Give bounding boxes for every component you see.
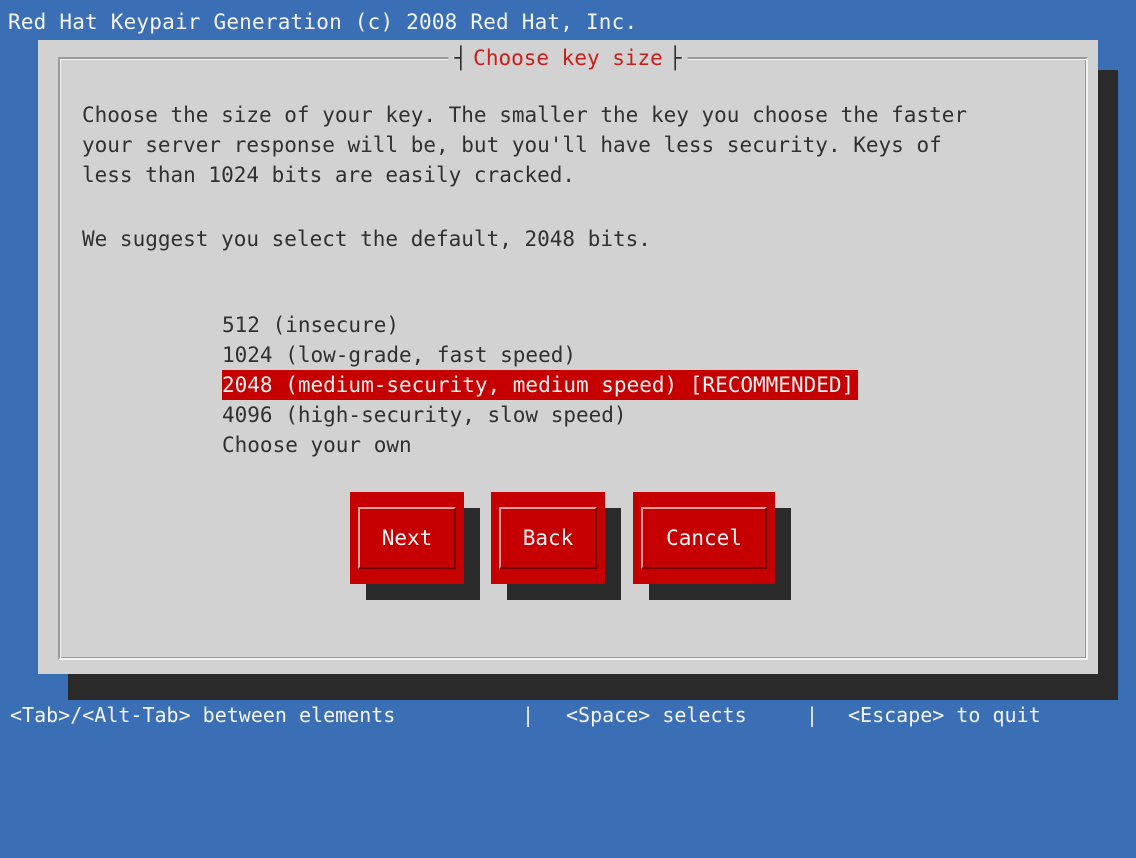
key-size-dialog: ┤ Choose key size ├ Choose the size of you… <box>38 40 1098 674</box>
dialog-title-bar: ┤ Choose key size ├ <box>448 43 688 73</box>
key-size-list[interactable]: 512 (insecure) 1024 (low-grade, fast spe… <box>222 310 859 460</box>
back-button-label: Back <box>522 526 574 550</box>
description-text: Choose the size of your key. The smaller… <box>82 103 968 187</box>
app-title: Red Hat Keypair Generation (c) 2008 Red … <box>8 10 638 34</box>
key-size-option-4096[interactable]: 4096 (high-security, slow speed) <box>222 400 858 430</box>
back-button-group: Back <box>491 492 621 600</box>
key-size-option-512[interactable]: 512 (insecure) <box>222 310 858 340</box>
next-button-group: Next <box>350 492 480 600</box>
cancel-button[interactable]: Cancel <box>633 492 775 584</box>
cancel-button-group: Cancel <box>633 492 791 600</box>
key-size-option-custom[interactable]: Choose your own <box>222 430 858 460</box>
space-hint: <Space> selects <box>566 703 747 727</box>
tab-hint: <Tab>/<Alt-Tab> between elements <box>10 703 396 727</box>
next-button[interactable]: Next <box>350 492 464 584</box>
dialog-title: Choose key size <box>473 46 663 70</box>
back-button[interactable]: Back <box>491 492 605 584</box>
key-size-option-2048-selected[interactable]: 2048 (medium-security, medium speed) [RE… <box>222 370 859 400</box>
status-separator-1: | <box>522 703 535 727</box>
cancel-button-label: Cancel <box>666 526 742 550</box>
escape-hint: <Escape> to quit <box>848 703 1041 727</box>
key-size-option-1024[interactable]: 1024 (low-grade, fast speed) <box>222 340 858 370</box>
status-separator-2: | <box>806 703 819 727</box>
status-bar: <Tab>/<Alt-Tab> between elements | <Spac… <box>0 702 1136 728</box>
next-button-label: Next <box>381 526 433 550</box>
suggestion-text: We suggest you select the default, 2048 … <box>82 227 651 251</box>
